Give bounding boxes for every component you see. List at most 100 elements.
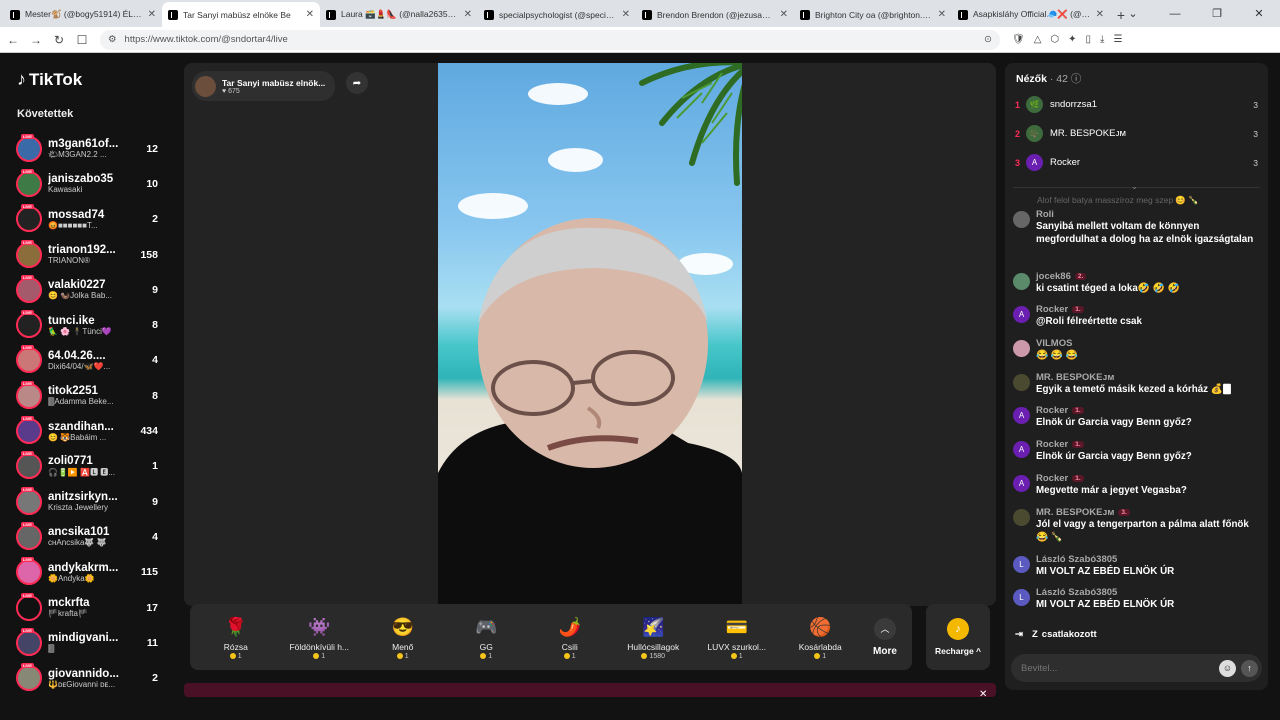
chat-avatar[interactable]: A [1013,306,1030,323]
top-viewer-row[interactable]: 2 🪖 MR. BESPOKEᴊᴍ 3 [1005,119,1268,148]
avatar[interactable]: LIVE [16,133,42,162]
viewer-avatar[interactable]: A [1026,154,1043,171]
puzzle-icon[interactable]: ✦ [1068,34,1076,45]
chat-avatar[interactable]: L [1013,556,1030,573]
following-item[interactable]: LIVE mindigvani... 🀫 11 [0,625,176,660]
following-item[interactable]: LIVE mossad74 😡■■■■■■T... 2 [0,202,176,237]
forward-button[interactable]: → [26,33,46,47]
following-item[interactable]: LIVE tunci.ike 🦜 🌸 🕴Tünci💜 8 [0,307,176,342]
chat-username[interactable]: Rocker [1036,439,1068,450]
avatar[interactable]: LIVE [16,592,42,621]
top-viewer-row[interactable]: 3 A Rocker 3 [1005,148,1268,177]
address-bar[interactable]: ⚙ https://www.tiktok.com/@sndortar4/live… [100,29,1000,50]
close-tab-icon[interactable]: ✕ [938,9,946,20]
gift-item[interactable]: 👾 Földönkívüli h... 1 [278,615,362,660]
back-button[interactable]: ← [3,33,23,47]
following-item[interactable]: LIVE trianon192... TRIANON® 158 [0,237,176,272]
avatar[interactable]: LIVE [16,274,42,303]
chat-input[interactable] [1021,662,1214,674]
following-item[interactable]: LIVE valaki0227 😊 🦦Jolka Bab... 9 [0,272,176,307]
browser-tab[interactable]: Mester🐒 (@bogy51914) ÉLŐ a ✕ [4,2,162,27]
chevron-down-icon[interactable]: ⌄ [1112,0,1154,27]
following-item[interactable]: LIVE 64.04.26.... Dixi64/04/🦋❤️... 4 [0,343,176,378]
chat-avatar[interactable]: A [1013,407,1030,424]
avatar[interactable]: LIVE [16,521,42,550]
gift-item[interactable]: 🎮 GG 1 [445,615,529,660]
following-item[interactable]: LIVE giovannido... 🔱ᴅᴇGiovanni ᴅᴇ... 2 [0,660,176,695]
chat-avatar[interactable] [1013,374,1030,391]
browser-tab[interactable]: Asapkisláhy Official🧢❌ (@there ✕ [952,2,1110,27]
chat-avatar[interactable] [1013,211,1030,228]
live-video[interactable] [438,63,742,606]
browser-tab[interactable]: Tar Sanyi mabüsz elnöke Be ✕ [162,2,320,27]
chat-avatar[interactable] [1013,273,1030,290]
close-window-button[interactable]: ✕ [1238,0,1280,27]
site-info-icon[interactable]: ⚙ [108,34,117,45]
chat-username[interactable]: László Szabó3805 [1036,554,1117,565]
following-item[interactable]: LIVE janiszabo35 Kawasaki 10 [0,166,176,201]
browser-tab[interactable]: Brendon Brendon (@jezusamegval ✕ [636,2,794,27]
chat-avatar[interactable]: A [1013,475,1030,492]
extension-icon[interactable]: ⬡ [1050,34,1059,45]
close-tab-icon[interactable]: ✕ [622,9,630,20]
menu-icon[interactable]: ☰ [1113,34,1122,45]
close-tab-icon[interactable]: ✕ [780,9,788,20]
recharge-button[interactable]: ♪ Recharge ^ [926,604,990,670]
avatar[interactable]: LIVE [16,380,42,409]
chat-username[interactable]: Roli [1036,209,1054,220]
following-item[interactable]: LIVE ancsika101 ᴄʜAncsika🐺 🐺 4 [0,519,176,554]
viewer-avatar[interactable]: 🪖 [1026,125,1043,142]
host-avatar[interactable] [195,75,216,97]
host-info[interactable]: Tar Sanyi mabüsz elnök... ♥ 675 [192,71,336,101]
close-tab-icon[interactable]: ✕ [306,9,314,20]
gift-item[interactable]: 🌠 Hullócsillagok 1580 [612,615,696,660]
shield-icon[interactable]: 🛡 [1012,34,1025,45]
following-item[interactable]: LIVE mckrfta 🏴krafta🏴 17 [0,590,176,625]
reload-button[interactable]: ↻ [49,33,69,47]
avatar[interactable]: LIVE [16,239,42,268]
browser-tab[interactable]: Laura 🗃️💄👠 (@nalla2635) ÉLŐ a ✕ [320,2,478,27]
chat-username[interactable]: MR. BESPOKEᴊᴍ [1036,372,1114,383]
avatar[interactable]: LIVE [16,627,42,656]
following-item[interactable]: LIVE anitzsirkyn... Kriszta Jewellery 9 [0,484,176,519]
browser-tab[interactable]: Brighton City oa (@brighton.city) É ✕ [794,2,952,27]
avatar[interactable]: LIVE [16,345,42,374]
gift-item[interactable]: 💳 LUVX szurkol... 1 [695,615,779,660]
info-icon[interactable]: ⓘ [1071,73,1082,85]
avatar[interactable]: LIVE [16,451,42,480]
chat-username[interactable]: jocek86 [1036,271,1071,282]
gift-item[interactable]: 🌹 Rózsa 1 [194,615,278,660]
avatar[interactable]: LIVE [16,416,42,445]
close-tab-icon[interactable]: ✕ [1096,9,1104,20]
avatar[interactable]: LIVE [16,204,42,233]
maximize-button[interactable]: ❐ [1196,0,1238,27]
zoom-icon[interactable]: ⊙ [984,34,992,45]
gift-item[interactable]: 🌶️ Csili 1 [528,615,612,660]
following-item[interactable]: LIVE andykakrm... 🌼Andyka🌼 115 [0,555,176,590]
download-icon[interactable]: ⤓ [1100,34,1104,45]
chat-username[interactable]: Rocker [1036,473,1068,484]
chat-username[interactable]: MR. BESPOKEᴊᴍ [1036,507,1114,518]
chat-avatar[interactable] [1013,340,1030,357]
chat-avatar[interactable]: A [1013,441,1030,458]
minimize-button[interactable]: — [1154,0,1196,27]
bookmark-icon[interactable]: ☐ [72,33,92,47]
chat-username[interactable]: László Szabó3805 [1036,587,1117,598]
following-item[interactable]: LIVE titok2251 🀫Adamma Beke... 8 [0,378,176,413]
avatar[interactable]: LIVE [16,486,42,515]
tiktok-logo[interactable]: ♪ TikTok [17,69,82,90]
avatar[interactable]: LIVE [16,310,42,339]
emoji-icon[interactable]: ☺ [1219,659,1236,677]
following-item[interactable]: LIVE szandihan... 😊 🐯Babáim ... 434 [0,413,176,448]
viewer-avatar[interactable]: 🌿 [1026,96,1043,113]
chat-username[interactable]: VILMOS [1036,338,1072,349]
avatar[interactable]: LIVE [16,557,42,586]
chat-username[interactable]: Rocker [1036,405,1068,416]
chat-username[interactable]: Rocker [1036,304,1068,315]
share-button[interactable]: ➦ [346,72,368,94]
triangle-icon[interactable]: △ [1034,34,1042,45]
more-gifts-button[interactable]: ︿ More [862,617,908,657]
following-item[interactable]: LIVE zoli0771 🎧🔋▶️ 🅰️🅻 🅴... 1 [0,449,176,484]
following-item[interactable]: LIVE m3gan61of... 🌤M3GAN2.2 ... 12 [0,131,176,166]
sidebar-icon[interactable]: ▯ [1086,34,1092,45]
